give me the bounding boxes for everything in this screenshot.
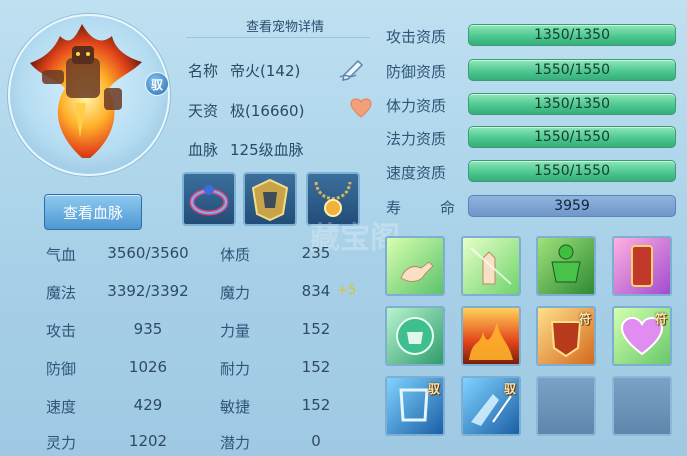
heart-icon[interactable]: [350, 98, 372, 118]
aptitude-label-mana: 法力资质: [386, 130, 447, 148]
skill-slot-9[interactable]: 驭: [385, 376, 445, 436]
bloodline-label: 血脉: [188, 141, 219, 159]
edit-name-icon[interactable]: [338, 55, 368, 81]
skill-tag-8: 符: [654, 312, 667, 326]
attr-label-strength: 力量: [220, 322, 251, 340]
skill-slot-5[interactable]: [385, 306, 445, 366]
stat-value-spirit: 1202: [128, 432, 168, 450]
skill-tag-7: 符: [578, 312, 591, 326]
aptitude-label-speed: 速度资质: [386, 164, 447, 182]
skill-slot-2[interactable]: [461, 236, 521, 296]
aptitude-label-attack: 攻击资质: [386, 28, 447, 46]
stat-value-defense: 1026: [128, 358, 168, 376]
stat-value-attack: 935: [133, 320, 163, 338]
pet-portrait-image: [30, 24, 142, 158]
stat-label-mp: 魔法: [46, 284, 77, 302]
aptitude-bar-mana: 1550/1550: [468, 126, 676, 148]
skill-slot-empty-2[interactable]: [612, 376, 672, 436]
stat-value-hp: 3560/3560: [107, 244, 189, 262]
attr-value-endurance: 152: [301, 358, 331, 376]
skill-tag-10: 驭: [503, 382, 516, 396]
stat-label-hp: 气血: [46, 246, 77, 264]
skill-tag-9: 驭: [427, 382, 440, 396]
ring-equipment-icon: [189, 185, 229, 216]
skill-slot-empty-1[interactable]: [536, 376, 596, 436]
skill-slot-6[interactable]: [461, 306, 521, 366]
skill-slot-7[interactable]: 符: [536, 306, 596, 366]
scroll-talisman-skill-icon: [631, 245, 653, 287]
name-value: 帝火(142): [230, 62, 301, 80]
attr-label-endurance: 耐力: [220, 360, 251, 378]
attr-label-agility: 敏捷: [220, 398, 251, 416]
attr-label-constitution: 体质: [220, 246, 251, 264]
talent-label: 天资: [188, 102, 219, 120]
shield-ward-skill-icon: [396, 317, 434, 355]
equipment-slot-ring[interactable]: [182, 172, 236, 226]
finger-gesture-skill-icon: [400, 261, 434, 282]
skill-slot-1[interactable]: [385, 236, 445, 296]
stat-label-defense: 防御: [46, 360, 77, 378]
skill-slot-10[interactable]: 驭: [461, 376, 521, 436]
palm-strike-skill-icon: [470, 247, 512, 285]
lifespan-label-first: 寿: [386, 199, 402, 217]
talent-value: 极(16660): [230, 102, 305, 120]
bloodline-value: 125级血脉: [230, 141, 304, 159]
skill-slot-3[interactable]: [536, 236, 596, 296]
skill-slot-8[interactable]: 符: [612, 306, 672, 366]
lifespan-bar: 3959: [468, 195, 676, 217]
stat-label-speed: 速度: [46, 398, 77, 416]
aptitude-bar-stamina: 1350/1350: [468, 93, 676, 115]
attr-value-potential: 0: [311, 432, 321, 450]
panel-title: 查看宠物详情: [245, 20, 324, 35]
attr-label-magic: 魔力: [220, 284, 251, 302]
attr-value-constitution: 235: [301, 244, 331, 262]
title-divider: [186, 37, 370, 38]
name-label: 名称: [188, 62, 219, 80]
flame-wall-skill-icon: [469, 322, 513, 360]
attr-label-potential: 潜力: [220, 434, 251, 452]
view-bloodline-button[interactable]: 查看血脉: [44, 194, 142, 230]
attr-bonus-magic: +5: [337, 283, 357, 298]
stat-value-mp: 3392/3392: [107, 282, 189, 300]
stat-value-speed: 429: [133, 396, 163, 414]
attr-value-agility: 152: [301, 396, 331, 414]
aptitude-bar-speed: 1550/1550: [468, 160, 676, 182]
aptitude-label-defense: 防御资质: [386, 63, 447, 81]
aptitude-label-stamina: 体力资质: [386, 97, 447, 115]
skill-slot-4[interactable]: [612, 236, 672, 296]
muscle-body-skill-icon: [551, 244, 581, 283]
attr-value-strength: 152: [301, 320, 331, 338]
drive-tag-icon: 驭: [145, 72, 169, 96]
aptitude-bar-defense: 1550/1550: [468, 59, 676, 81]
lifespan-label-second: 命: [440, 199, 456, 217]
aptitude-bar-attack: 1350/1350: [468, 24, 676, 46]
stat-label-spirit: 灵力: [46, 434, 77, 452]
attr-value-magic: 834: [301, 282, 331, 300]
stat-label-attack: 攻击: [46, 322, 77, 340]
